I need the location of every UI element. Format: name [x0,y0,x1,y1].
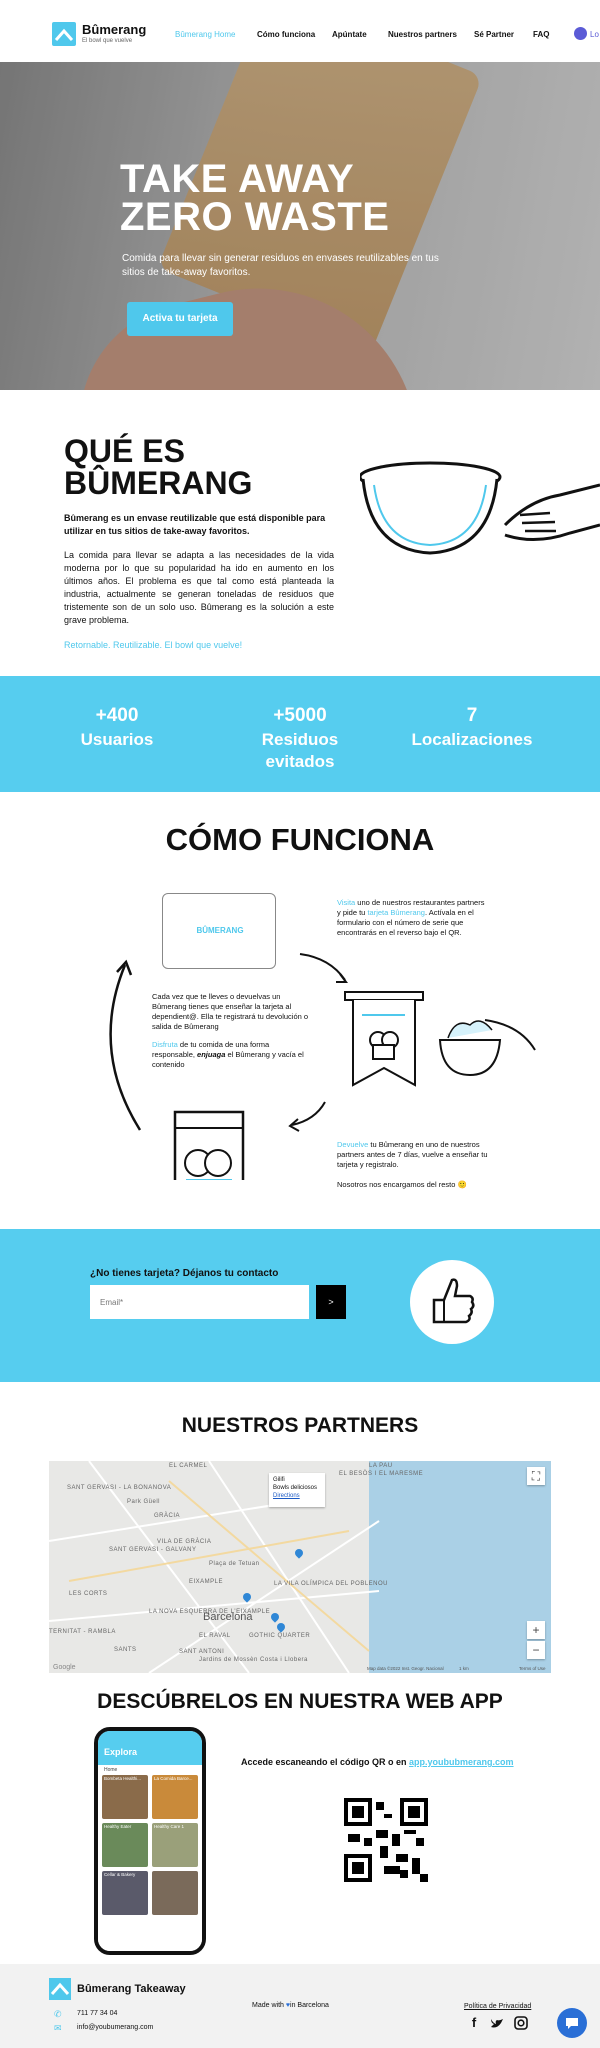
que-es-body: La comida para llevar se adapta a las ne… [64,550,334,625]
instagram-icon[interactable] [514,2016,528,2030]
como-funciona-title: CÓMO FUNCIONA [165,822,435,857]
hero-subtitle: Comida para llevar sin generar residuos … [122,253,439,278]
bowl-hand-illustration [360,461,600,555]
email-input[interactable] [90,1285,309,1319]
que-es-tagline: Retornable. Reutilizable. El bowl que vu… [64,640,243,650]
brand-tagline: El bowl que vuelve [82,38,133,44]
footer-brand: Bûmerang Takeaway [77,1983,186,1995]
stat-residuos: +5000 Residuos evitados [261,705,339,771]
nav-se-partner[interactable]: Sé Partner [474,30,514,39]
brand-name[interactable]: Bûmerang [82,22,146,37]
webapp-link[interactable]: app.yoububmerang.com [409,1757,514,1767]
phone-icon: ✆ [54,2009,62,2019]
nav-apuntate[interactable]: Apúntate [332,30,367,39]
webapp-title: DESCÚBRELOS EN NUESTRA WEB APP [97,1690,503,1713]
nav-partners[interactable]: Nuestros partners [388,30,457,39]
footer-email[interactable]: info@youbumerang.com [77,2024,153,2031]
step-registro: Cada vez que te lleves o devuelvas un Bû… [152,992,309,1031]
thumbs-up-icon [410,1260,494,1344]
partners-map[interactable]: EL CARMEL SANT GERVASI - LA BONANOVA GRÀ… [49,1461,551,1673]
made-with-love: Made with ♥in Barcelona [252,2002,329,2009]
zoom-out-button[interactable]: − [527,1641,545,1659]
login-link[interactable]: Lo [590,30,599,39]
page: Bûmerang El bowl que vuelve Bûmerang Hom… [0,0,600,2048]
user-icon[interactable] [574,27,587,40]
bumerang-card-illustration: BÛMERANG [162,893,276,969]
nav-home[interactable]: Bûmerang Home [175,30,235,39]
privacy-link[interactable]: Política de Privacidad [464,2003,531,2010]
email-icon: ✉ [54,2023,62,2033]
footer-phone[interactable]: 711 77 34 04 [77,2010,117,2017]
site-header: Bûmerang El bowl que vuelve Bûmerang Hom… [0,0,600,62]
phone-mockup: Explora Home Bombeta Healthi... La Comid… [94,1727,206,1955]
contact-title: ¿No tienes tarjeta? Déjanos tu contacto [90,1268,279,1279]
bumerang-logo-icon[interactable] [52,22,76,46]
map-info-popup[interactable]: Gilifi Bowls deliciosos Directions [269,1473,325,1507]
qr-code-icon [344,1798,428,1882]
stat-localizaciones: 7 Localizaciones [411,705,533,749]
activate-card-button[interactable]: Activa tu tarjeta [127,302,233,336]
nav-faq[interactable]: FAQ [533,30,549,39]
webapp-text: Accede escaneando el código QR o en app.… [241,1757,514,1767]
hero-title: TAKE AWAY ZERO WASTE [120,157,390,239]
stat-usuarios: +400 Usuarios [80,705,154,749]
step-resto: Nosotros nos encargamos del resto 🙂 [337,1180,467,1189]
step-visita: Visita uno de nuestros restaurantes part… [337,898,485,937]
footer-logo-icon [49,1978,71,2000]
partners-title: NUESTROS PARTNERS [181,1414,419,1437]
facebook-icon[interactable]: f [467,2016,481,2030]
step-devuelve: Devuelve tu Bûmerang en uno de nuestros … [337,1140,488,1169]
twitter-icon[interactable] [490,2016,504,2030]
submit-button[interactable]: > [316,1285,346,1319]
nav-como-funciona[interactable]: Cómo funciona [257,30,315,39]
fullscreen-icon[interactable]: ⛶ [527,1467,545,1485]
step-disfruta: Disfruta de tu comida de una forma respo… [152,1040,304,1069]
zoom-in-button[interactable]: + [527,1621,545,1639]
que-es-title: QUÉ ES BÛMERANG [64,433,253,501]
chat-icon[interactable] [557,2008,587,2038]
que-es-lead: Bûmerang es un envase reutilizable que e… [64,513,326,536]
